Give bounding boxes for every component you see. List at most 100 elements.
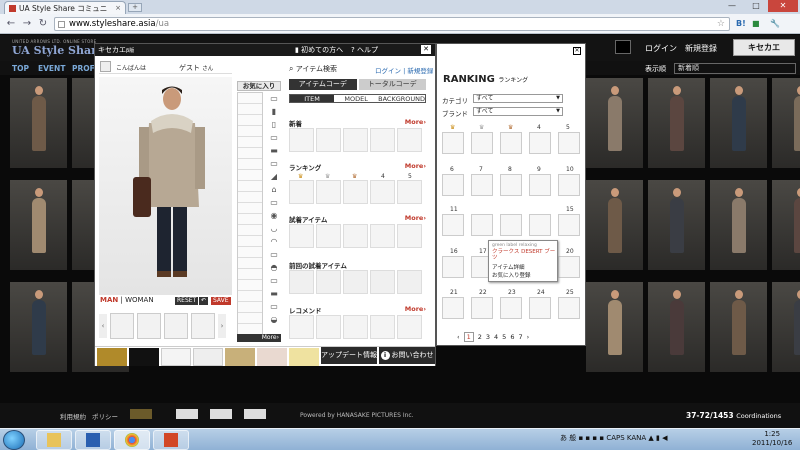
favorite-slot[interactable] [238,137,262,148]
more-link[interactable]: More› [405,162,426,170]
header-square-icon[interactable] [615,40,631,54]
item-detail-link[interactable]: アイテム詳細 [492,263,524,271]
item-tile[interactable] [370,315,395,339]
item-tile[interactable] [343,224,368,248]
gender-woman[interactable]: WOMAN [125,296,154,304]
ranking-item[interactable] [471,132,493,154]
glasses-icon[interactable]: ◠ [267,235,281,248]
scarf-icon[interactable]: ▭ [267,196,281,209]
favorite-slot[interactable] [238,159,262,170]
reload-icon[interactable]: ↻ [36,18,50,29]
skirt-icon[interactable]: ◓ [267,261,281,274]
address-bar[interactable]: www.styleshare.asia/ua ☆ [54,17,730,31]
update-info-button[interactable]: アップデート情報 [321,347,377,364]
partner-logo[interactable] [210,409,232,419]
item-tile[interactable] [397,315,422,339]
favorite-slot[interactable] [238,302,262,313]
subtab-item[interactable]: ITEM [290,95,335,103]
new-tab-button[interactable]: + [128,3,142,12]
brand-logo[interactable] [97,347,127,366]
sort-select[interactable]: 新着順 [674,63,796,74]
item-tile[interactable]: 5 [397,173,422,204]
coat-icon[interactable]: ▮ [267,105,281,118]
tab-item-coord[interactable]: アイテムコーデ [289,79,357,90]
ranking-item[interactable] [442,297,464,319]
gallery-item[interactable] [10,180,67,270]
terms-link[interactable]: 利用規約 [60,411,86,421]
taskbar-powerpoint[interactable] [153,430,189,450]
partner-logo[interactable] [244,409,266,419]
gallery-item[interactable] [10,78,67,168]
gallery-item[interactable] [648,180,705,270]
extension-2-icon[interactable]: ■ [752,17,760,31]
first-time-link[interactable]: ▮ 初めての方へ [295,45,343,55]
item-tile[interactable] [370,224,395,248]
ranking-item[interactable] [471,297,493,319]
gallery-item[interactable] [772,282,800,372]
contact-button[interactable]: i お問い合わせ [379,347,435,364]
brand-logo[interactable] [257,347,287,366]
brand-logo[interactable] [289,347,319,366]
prev-page-icon[interactable]: ‹ [457,333,460,341]
model-preview[interactable] [99,77,232,295]
item-tile[interactable] [343,315,368,339]
belt-icon[interactable]: ◡ [267,222,281,235]
favorites-list[interactable] [237,92,263,337]
more-link[interactable]: More› [405,214,426,222]
ranking-item[interactable] [500,132,522,154]
item-tile[interactable] [316,315,341,339]
shoes-icon[interactable]: ▬ [267,287,281,300]
ranking-item[interactable] [558,297,580,319]
brand-logo[interactable] [193,347,223,366]
extension-icon[interactable]: B! [736,17,746,31]
taskbar-explorer[interactable] [36,430,72,450]
hat-icon[interactable]: ⌂ [267,183,281,196]
nav-prof[interactable]: PROF [72,64,95,73]
item-tile[interactable] [316,128,341,152]
subtab-background[interactable]: BACKGROUND [378,95,425,103]
watch-icon[interactable]: ◉ [267,209,281,222]
system-tray[interactable]: あ 般 ▪ ▪ ▪ ▪ CAPS KANA ▲ ▮ ◀ [560,433,668,443]
register-link[interactable]: 新規登録 [685,43,717,54]
chevron-right-icon[interactable]: › [218,314,226,338]
back-icon[interactable]: ← [4,18,18,29]
brand-logo[interactable] [225,347,255,366]
item-tile[interactable] [397,128,422,152]
item-tile[interactable] [289,128,314,152]
favorite-slot[interactable] [238,203,262,214]
favorite-slot[interactable] [238,104,262,115]
gallery-item[interactable] [710,282,767,372]
page-number[interactable]: 2 [478,333,482,341]
gallery-item[interactable] [710,180,767,270]
favorite-slot[interactable] [238,225,262,236]
ime-indicator[interactable]: あ 般 [560,434,576,442]
socks-icon[interactable]: ▭ [267,300,281,313]
worn-item[interactable] [110,313,134,339]
page-number[interactable]: 6 [510,333,514,341]
site-logo[interactable]: UA Style Share [12,44,104,57]
gallery-item[interactable] [586,180,643,270]
ranking-item[interactable] [558,174,580,196]
favorite-slot[interactable] [238,148,262,159]
window-close-button[interactable]: ✕ [768,0,798,12]
gallery-item[interactable] [710,78,767,168]
knit-icon[interactable]: ▬ [267,144,281,157]
favorite-slot[interactable] [238,170,262,181]
ranking-close-button[interactable]: ✕ [573,47,581,55]
ranking-item[interactable] [442,174,464,196]
gallery-item[interactable] [648,282,705,372]
forward-icon[interactable]: → [20,18,34,29]
favorite-slot[interactable] [238,181,262,192]
favorite-slot[interactable] [238,313,262,324]
ranking-item[interactable] [442,132,464,154]
shirt-icon[interactable]: ▭ [267,131,281,144]
reset-button[interactable]: RESET [175,297,199,305]
favorite-slot[interactable] [238,236,262,247]
jacket-icon[interactable]: ▯ [267,118,281,131]
favorite-slot[interactable] [238,126,262,137]
page-number[interactable]: 5 [502,333,506,341]
kisekae-button[interactable]: キセカエ [733,39,795,56]
help-link[interactable]: ? ヘルプ [351,45,378,55]
start-button[interactable] [3,430,25,450]
kisekae-close-button[interactable]: ✕ [421,45,431,54]
